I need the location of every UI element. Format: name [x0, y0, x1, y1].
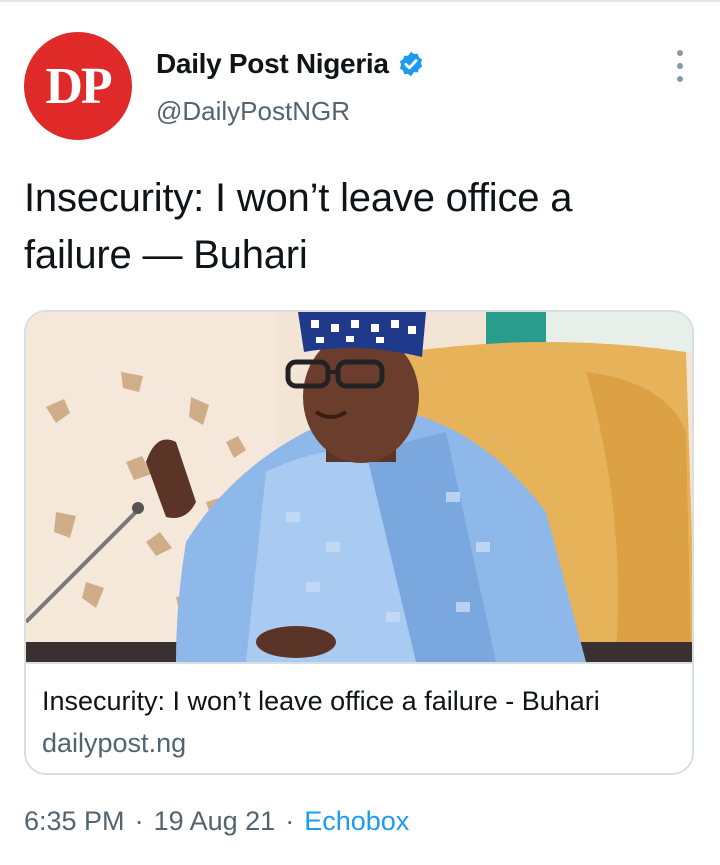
card-domain[interactable]: dailypost.ng — [42, 728, 186, 759]
verified-badge-icon — [397, 50, 425, 78]
avatar[interactable]: DP — [24, 32, 132, 140]
author-display-name[interactable]: Daily Post Nigeria — [156, 48, 389, 80]
tweet-time[interactable]: 6:35 PM — [24, 806, 125, 837]
card-photo[interactable] — [26, 312, 692, 662]
avatar-logo-text: DP — [45, 58, 112, 115]
more-vertical-icon[interactable] — [668, 50, 692, 82]
tweet-meta: 6:35 PM · 19 Aug 21 · Echobox — [24, 806, 409, 837]
tweet-source-link[interactable]: Echobox — [304, 806, 409, 837]
author-handle[interactable]: @DailyPostNGR — [156, 96, 350, 127]
card-title[interactable]: Insecurity: I won’t leave office a failu… — [42, 686, 600, 717]
tweet-text: Insecurity: I won’t leave office a failu… — [24, 176, 573, 277]
meta-separator: · — [285, 806, 295, 836]
card-divider — [26, 662, 692, 664]
link-preview-card[interactable]: Insecurity: I won’t leave office a failu… — [24, 310, 694, 775]
author-name-row[interactable]: Daily Post Nigeria — [156, 44, 425, 84]
tweet-date[interactable]: 19 Aug 21 — [154, 806, 276, 837]
meta-separator: · — [134, 806, 144, 836]
top-divider — [0, 0, 720, 2]
